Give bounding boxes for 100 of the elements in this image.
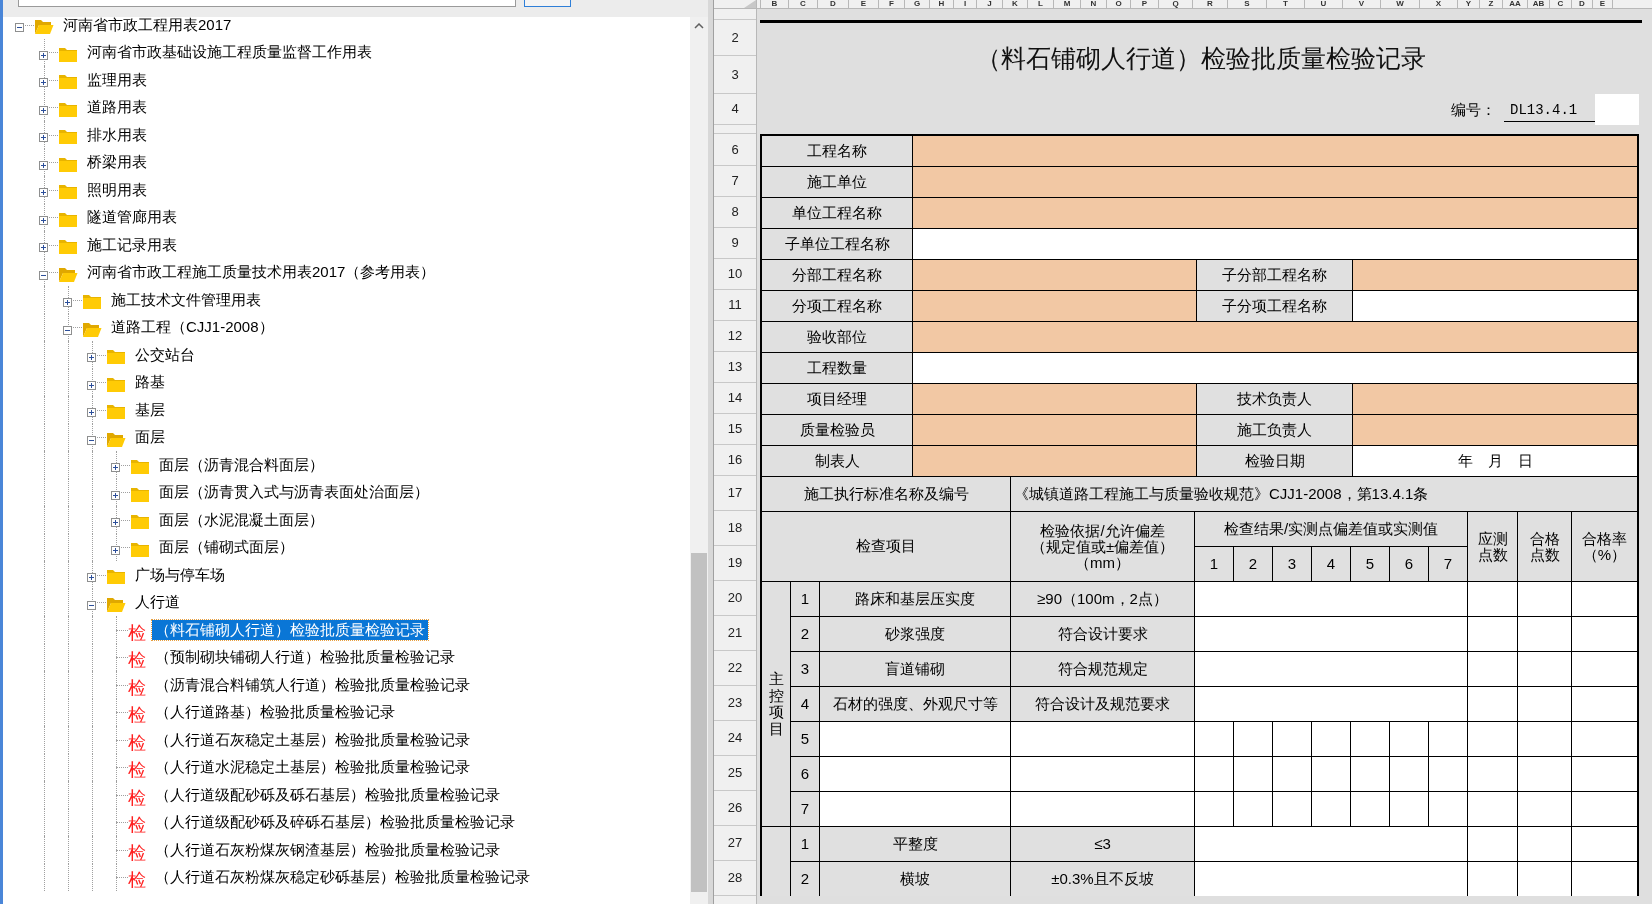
input-field[interactable] (1595, 94, 1639, 125)
input-field[interactable] (1011, 757, 1194, 791)
input-field[interactable] (1468, 582, 1517, 616)
tree-item[interactable]: 路基 (132, 372, 168, 393)
input-field[interactable] (1273, 757, 1311, 791)
column-header[interactable]: O (1107, 0, 1131, 8)
expand-icon[interactable] (39, 188, 48, 198)
input-field[interactable] (1353, 415, 1637, 445)
expand-icon[interactable] (39, 133, 48, 143)
column-header[interactable]: W (1381, 0, 1420, 8)
tree-item[interactable]: （人行道水泥稳定土基层）检验批质量检验记录 (152, 757, 473, 778)
column-header[interactable]: N (1081, 0, 1107, 8)
input-field[interactable] (1518, 722, 1571, 756)
input-field[interactable] (913, 229, 1637, 259)
input-field[interactable] (1518, 792, 1571, 826)
tree-item[interactable]: （沥青混合料铺筑人行道）检验批质量检验记录 (152, 674, 473, 695)
input-field[interactable] (913, 446, 1196, 476)
row-number[interactable]: 26 (714, 791, 756, 826)
input-field[interactable] (1390, 722, 1428, 756)
row-number[interactable]: 15 (714, 414, 756, 445)
input-field[interactable] (1273, 722, 1311, 756)
tree-item[interactable]: 道路工程（CJJ1-2008） (108, 317, 277, 338)
input-field[interactable] (1572, 862, 1637, 896)
input-field[interactable] (1518, 617, 1571, 651)
input-field[interactable] (1195, 862, 1467, 896)
input-field[interactable] (1195, 827, 1467, 861)
expand-icon[interactable] (39, 243, 48, 253)
input-field[interactable] (1429, 757, 1467, 791)
row-number[interactable]: 19 (714, 546, 756, 581)
input-field[interactable] (1572, 757, 1637, 791)
small-button[interactable] (524, 0, 571, 7)
input-field[interactable] (1390, 757, 1428, 791)
expand-icon[interactable] (87, 353, 96, 363)
tree-item[interactable]: 面层（水泥混凝土面层） (156, 509, 327, 530)
input-field[interactable] (1195, 722, 1233, 756)
collapse-icon[interactable] (63, 325, 72, 335)
input-field[interactable] (1518, 757, 1571, 791)
input-field[interactable] (1572, 792, 1637, 826)
tree-item[interactable]: 隧道管廊用表 (84, 207, 180, 228)
tree-item[interactable]: （人行道石灰稳定土基层）检验批质量检验记录 (152, 729, 473, 750)
row-number[interactable]: 7 (714, 166, 756, 197)
tree-item[interactable]: 面层（沥青贯入式与沥青表面处治面层） (156, 482, 432, 503)
tree-item[interactable]: 人行道 (132, 592, 183, 613)
input-field[interactable] (1572, 652, 1637, 686)
input-field[interactable] (1390, 792, 1428, 826)
input-field[interactable] (1195, 687, 1467, 721)
row-number[interactable]: 27 (714, 826, 756, 861)
row-number[interactable]: 13 (714, 352, 756, 383)
tree-item[interactable]: （人行道石灰粉煤灰稳定砂砾基层）检验批质量检验记录 (152, 867, 533, 888)
tree-item[interactable]: 施工技术文件管理用表 (108, 289, 264, 310)
input-field[interactable] (820, 792, 1010, 826)
input-field[interactable] (913, 322, 1637, 352)
expand-icon[interactable] (39, 160, 48, 170)
collapse-icon[interactable] (15, 23, 24, 33)
tree-item[interactable]: 排水用表 (84, 124, 150, 145)
row-number[interactable]: 4 (714, 94, 756, 125)
input-field[interactable] (1468, 722, 1517, 756)
input-field[interactable] (1572, 827, 1637, 861)
tree-item[interactable]: 公交站台 (132, 344, 198, 365)
row-number[interactable]: 25 (714, 756, 756, 791)
row-number[interactable]: 14 (714, 383, 756, 414)
column-header[interactable]: E (849, 0, 879, 8)
input-field[interactable] (1353, 384, 1637, 414)
tree-item[interactable]: 基层 (132, 399, 168, 420)
row-number[interactable]: 9 (714, 228, 756, 259)
row-number[interactable]: 3 (714, 56, 756, 94)
input-field[interactable] (1468, 757, 1517, 791)
input-field[interactable] (1312, 792, 1350, 826)
column-header[interactable]: P (1131, 0, 1159, 8)
input-field[interactable] (913, 136, 1637, 166)
input-field[interactable] (1572, 617, 1637, 651)
scrollbar[interactable] (690, 17, 708, 904)
expand-icon[interactable] (111, 545, 120, 555)
input-field[interactable] (1195, 757, 1233, 791)
input-field[interactable] (1572, 582, 1637, 616)
collapse-icon[interactable] (87, 600, 96, 610)
column-header[interactable]: B (761, 0, 789, 8)
column-header[interactable]: L (1028, 0, 1054, 8)
input-field[interactable] (1518, 862, 1571, 896)
input-field[interactable] (913, 291, 1196, 321)
row-number[interactable]: 16 (714, 445, 756, 476)
column-header[interactable]: J (977, 0, 1003, 8)
input-field[interactable] (820, 757, 1010, 791)
row-number[interactable]: 11 (714, 290, 756, 321)
input-field[interactable] (1518, 582, 1571, 616)
tree-item[interactable]: （人行道级配砂砾及砾石基层）检验批质量检验记录 (152, 784, 503, 805)
expand-icon[interactable] (39, 78, 48, 88)
input-field[interactable] (1011, 722, 1194, 756)
input-field[interactable] (1353, 260, 1637, 290)
input-field[interactable] (913, 167, 1637, 197)
column-header[interactable]: Z (1480, 0, 1503, 8)
row-number[interactable]: 23 (714, 686, 756, 721)
input-field[interactable] (1518, 652, 1571, 686)
expand-icon[interactable] (87, 573, 96, 583)
row-number[interactable]: 12 (714, 321, 756, 352)
input-field[interactable] (1353, 291, 1637, 321)
row-number[interactable]: 22 (714, 651, 756, 686)
tree-item[interactable]: 广场与停车场 (132, 564, 228, 585)
input-field[interactable] (1429, 722, 1467, 756)
expand-icon[interactable] (111, 490, 120, 500)
